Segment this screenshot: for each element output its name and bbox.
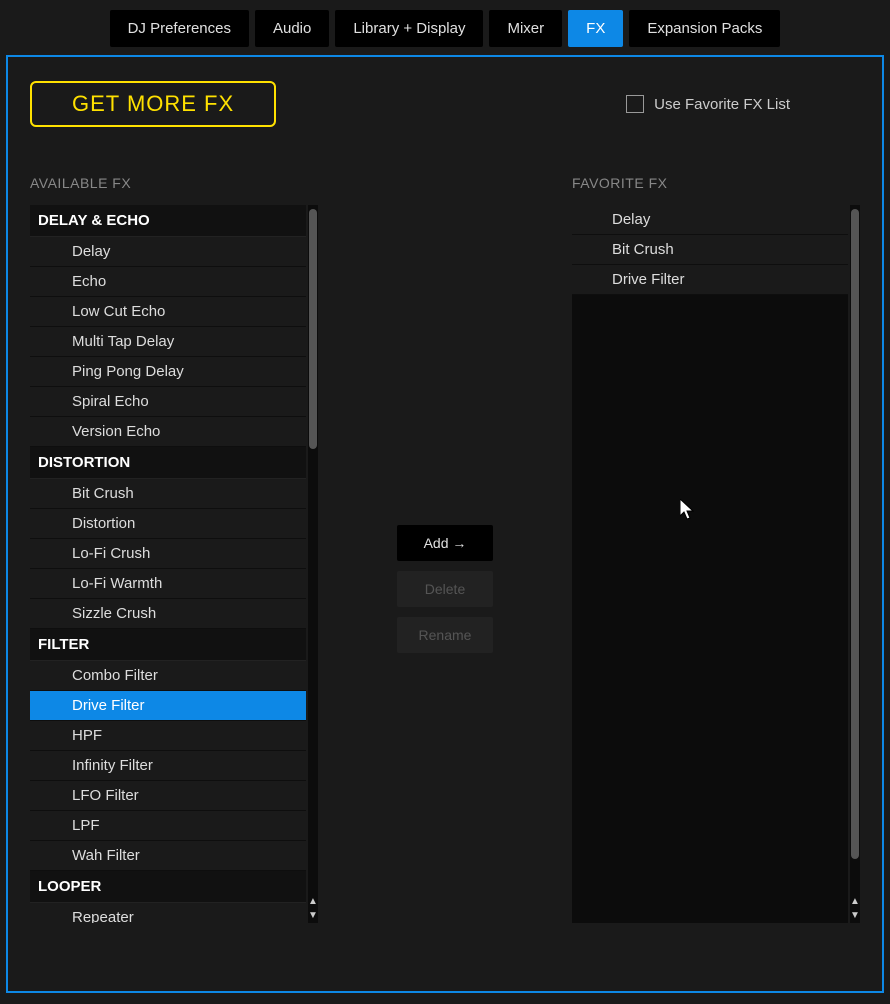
tab-bar: DJ PreferencesAudioLibrary + DisplayMixe…: [0, 0, 890, 47]
favorite-scrollbar[interactable]: ▲ ▼: [850, 205, 860, 923]
list-item[interactable]: Echo: [30, 267, 306, 297]
list-item[interactable]: Repeater: [30, 903, 306, 923]
list-item[interactable]: Drive Filter: [572, 265, 848, 295]
list-item[interactable]: Version Echo: [30, 417, 306, 447]
scrollbar-thumb[interactable]: [851, 209, 859, 859]
list-item[interactable]: Bit Crush: [572, 235, 848, 265]
list-item[interactable]: Infinity Filter: [30, 751, 306, 781]
list-item[interactable]: Ping Pong Delay: [30, 357, 306, 387]
tab-fx[interactable]: FX: [568, 10, 623, 47]
favorite-fx-list[interactable]: DelayBit CrushDrive Filter: [572, 205, 848, 923]
list-item[interactable]: Combo Filter: [30, 661, 306, 691]
tab-mixer[interactable]: Mixer: [489, 10, 562, 47]
checkbox-icon[interactable]: [626, 95, 644, 113]
favorite-column: FAVORITE FX DelayBit CrushDrive Filter ▲…: [572, 175, 860, 923]
scroll-up-icon[interactable]: ▲: [850, 897, 860, 907]
list-item[interactable]: Spiral Echo: [30, 387, 306, 417]
category-header: FILTER: [30, 629, 306, 661]
list-item[interactable]: Distortion: [30, 509, 306, 539]
list-item[interactable]: Delay: [30, 237, 306, 267]
list-item[interactable]: LFO Filter: [30, 781, 306, 811]
scroll-down-icon[interactable]: ▼: [308, 911, 318, 921]
list-item[interactable]: Lo-Fi Warmth: [30, 569, 306, 599]
delete-button: Delete: [397, 571, 493, 607]
scroll-up-icon[interactable]: ▲: [308, 897, 318, 907]
tab-dj-preferences[interactable]: DJ Preferences: [110, 10, 249, 47]
list-item[interactable]: Bit Crush: [30, 479, 306, 509]
add-button[interactable]: Add →: [397, 525, 493, 561]
available-scrollbar[interactable]: ▲ ▼: [308, 205, 318, 923]
list-item[interactable]: Multi Tap Delay: [30, 327, 306, 357]
list-item[interactable]: Delay: [572, 205, 848, 235]
available-list-wrapper: DELAY & ECHODelayEchoLow Cut EchoMulti T…: [30, 205, 318, 923]
list-item[interactable]: HPF: [30, 721, 306, 751]
use-favorite-label: Use Favorite FX List: [654, 96, 790, 113]
category-header: DELAY & ECHO: [30, 205, 306, 237]
list-item[interactable]: Wah Filter: [30, 841, 306, 871]
tab-audio[interactable]: Audio: [255, 10, 329, 47]
available-fx-label: AVAILABLE FX: [30, 175, 318, 191]
tab-expansion-packs[interactable]: Expansion Packs: [629, 10, 780, 47]
favorite-list-wrapper: DelayBit CrushDrive Filter ▲ ▼: [572, 205, 860, 923]
transfer-buttons: Add → Delete Rename: [397, 525, 493, 653]
top-row: GET MORE FX Use Favorite FX List: [30, 81, 860, 127]
use-favorite-toggle[interactable]: Use Favorite FX List: [626, 95, 860, 113]
list-item[interactable]: Low Cut Echo: [30, 297, 306, 327]
list-item[interactable]: Drive Filter: [30, 691, 306, 721]
category-header: LOOPER: [30, 871, 306, 903]
list-item[interactable]: Lo-Fi Crush: [30, 539, 306, 569]
list-item[interactable]: Sizzle Crush: [30, 599, 306, 629]
fx-panel: GET MORE FX Use Favorite FX List AVAILAB…: [6, 55, 884, 993]
middle-buttons-column: Add → Delete Rename: [318, 175, 572, 923]
available-column: AVAILABLE FX DELAY & ECHODelayEchoLow Cu…: [30, 175, 318, 923]
tab-library-display[interactable]: Library + Display: [335, 10, 483, 47]
list-item[interactable]: LPF: [30, 811, 306, 841]
get-more-fx-button[interactable]: GET MORE FX: [30, 81, 276, 127]
category-header: DISTORTION: [30, 447, 306, 479]
available-fx-list[interactable]: DELAY & ECHODelayEchoLow Cut EchoMulti T…: [30, 205, 306, 923]
favorite-fx-label: FAVORITE FX: [572, 175, 860, 191]
columns: AVAILABLE FX DELAY & ECHODelayEchoLow Cu…: [30, 175, 860, 923]
rename-button: Rename: [397, 617, 493, 653]
scroll-down-icon[interactable]: ▼: [850, 911, 860, 921]
scrollbar-thumb[interactable]: [309, 209, 317, 449]
